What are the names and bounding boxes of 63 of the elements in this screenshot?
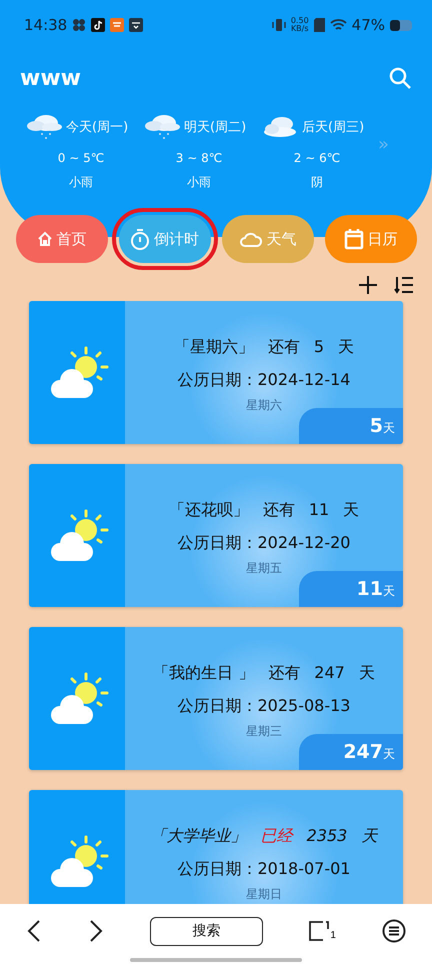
day-unit: 天 <box>358 663 375 684</box>
forecast-day: 后天(周三) <box>302 118 364 136</box>
badge-unit: 天 <box>383 746 395 762</box>
event-date: 公历日期：2025-08-13 <box>178 696 350 717</box>
event-name: 「星期六」 <box>174 337 254 358</box>
event-status: 还有 <box>268 663 300 684</box>
temperature-range: 3 ~ 8℃ <box>176 151 222 165</box>
temperature-range: 2 ~ 6℃ <box>294 151 340 165</box>
event-status: 还有 <box>262 500 295 521</box>
vibrate-icon <box>272 18 286 32</box>
event-date: 公历日期：2024-12-20 <box>178 533 350 554</box>
sort-icon[interactable] <box>394 275 414 295</box>
wifi-icon <box>330 18 347 32</box>
forecast-day: 今天(周一) <box>66 118 128 136</box>
day-count: 247 <box>314 663 345 684</box>
event-date: 公历日期：2024-12-14 <box>178 370 350 391</box>
search-icon[interactable] <box>388 66 412 90</box>
forward-icon[interactable] <box>88 919 104 943</box>
event-weekday: 星期六 <box>246 397 282 414</box>
battery-icon <box>390 20 412 30</box>
home-icon <box>36 231 52 247</box>
day-count: 5 <box>314 337 324 358</box>
event-date: 公历日期：2018-07-01 <box>178 859 350 880</box>
event-status: 还有 <box>268 337 300 358</box>
day-unit: 天 <box>361 826 378 847</box>
cloud-icon <box>238 231 262 247</box>
day-unit: 天 <box>343 500 360 521</box>
event-status: 已经 <box>260 826 293 847</box>
rain-cloud-icon <box>142 112 182 142</box>
tabs-button[interactable]: 1 <box>309 921 336 941</box>
event-weekday: 星期三 <box>246 723 282 740</box>
network-speed: 0.50 <box>290 17 309 25</box>
weather-condition: 小雨 <box>187 174 211 191</box>
badge-unit: 天 <box>383 582 395 600</box>
badge-number: 247 <box>343 741 383 763</box>
day-count: 11 <box>308 500 330 521</box>
event-name: 「还花呗」 <box>168 500 249 521</box>
search-button[interactable]: 搜索 <box>150 916 264 946</box>
calendar-icon <box>344 228 364 250</box>
badge-number: 11 <box>356 578 383 600</box>
rain-cloud-icon <box>24 112 64 142</box>
stopwatch-icon <box>130 228 150 250</box>
event-name: 「我的生日 」 <box>153 663 254 684</box>
weather-condition: 阴 <box>311 174 323 191</box>
menu-icon[interactable] <box>382 919 406 943</box>
event-name: 「大学毕业」 <box>150 826 247 847</box>
day-unit: 天 <box>338 337 354 358</box>
badge-number: 5 <box>370 415 383 437</box>
event-weekday: 星期日 <box>246 886 282 903</box>
battery-percent: 47% <box>352 16 385 34</box>
temperature-range: 0 ~ 5℃ <box>58 151 104 165</box>
day-count: 2353 <box>306 826 348 847</box>
badge-unit: 天 <box>383 420 395 436</box>
app-title: www <box>20 66 81 90</box>
add-icon[interactable] <box>358 275 378 295</box>
sim-icon <box>314 18 325 32</box>
event-weekday: 星期五 <box>246 560 282 577</box>
clock: 14:38 <box>24 16 68 34</box>
forecast-day: 明天(周二) <box>184 118 246 136</box>
music-note-icon <box>91 18 106 32</box>
back-icon[interactable] <box>26 919 42 943</box>
weather-condition: 小雨 <box>69 174 93 191</box>
speed-unit: KB/s <box>290 25 309 33</box>
